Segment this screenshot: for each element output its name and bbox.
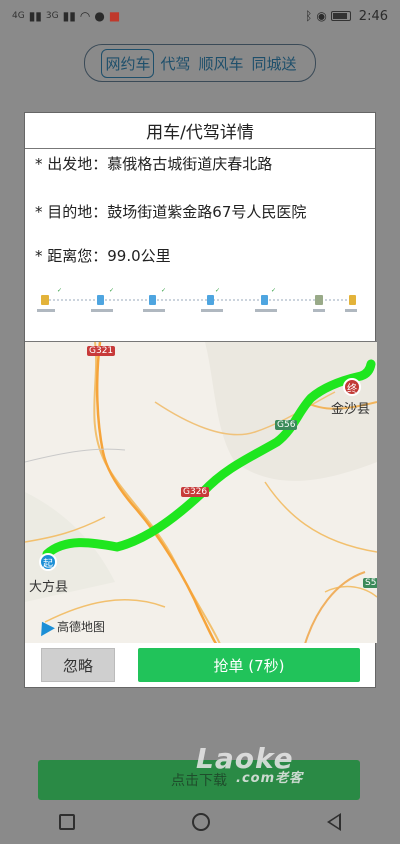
dialog-title: 用车/代驾详情 <box>25 113 375 149</box>
bluetooth-icon: ᛒ <box>305 9 313 23</box>
svg-text:✓: ✓ <box>161 287 166 294</box>
app-notify-icon: ■ <box>108 9 121 23</box>
signal-3g-label: 3G <box>45 11 59 21</box>
watermark-subtext: .com老客 <box>236 771 304 786</box>
start-pin-icon[interactable]: 起 <box>39 553 57 571</box>
home-icon[interactable] <box>191 813 210 831</box>
back-icon[interactable] <box>327 813 342 831</box>
watermark-logo: Laoke .com老客 <box>196 742 356 788</box>
destination-text: * 目的地：鼓场街道紫金路67号人民医院 <box>35 203 307 221</box>
svg-text:✓: ✓ <box>57 287 62 294</box>
battery-icon <box>330 11 351 21</box>
end-city-label: 金沙县 <box>331 402 371 417</box>
signal-4g-label: 4G <box>12 11 25 21</box>
order-detail-dialog: 用车/代驾详情 * 出发地：慕俄格古城街道庆春北路 * 目的地：鼓场街道紫金路6… <box>24 112 377 688</box>
svg-text:✓: ✓ <box>271 287 276 294</box>
svg-text:✓: ✓ <box>215 287 220 294</box>
grab-order-button[interactable]: 抢单 (7秒) <box>138 648 360 682</box>
amap-logo-icon <box>35 617 55 636</box>
message-icon: ● <box>94 9 105 23</box>
amap-logo-text: 高德地图 <box>57 620 106 634</box>
service-tabs: 网约车 代驾 顺风车 同城送 <box>84 44 316 82</box>
end-pin-icon[interactable]: 终 <box>343 378 361 396</box>
road-label-s5: S5 <box>363 578 377 588</box>
tab-designated-driver[interactable]: 代驾 <box>158 49 192 78</box>
road-label-g56: G56 <box>275 420 298 430</box>
status-bar: 4G ▮▮ 3G ▮▮ ◠ ● ■ ᛒ ◉ 2:46 <box>0 0 400 32</box>
signal-icon: ▮▮ <box>28 9 42 23</box>
tab-carpool[interactable]: 顺风车 <box>197 49 246 78</box>
tab-ride-hailing[interactable]: 网约车 <box>101 48 155 78</box>
road-label-g326: G326 <box>181 487 210 497</box>
signal-icon-2: ▮▮ <box>62 9 76 23</box>
start-city-label: 大方县 <box>29 580 69 595</box>
tab-same-city-delivery[interactable]: 同城送 <box>250 49 299 78</box>
road-label-g321: G321 <box>87 346 116 356</box>
clock: 2:46 <box>358 8 388 24</box>
order-progress-steps: ✓ ✓ ✓ ✓ ✓ <box>37 287 357 312</box>
departure-text: * 出发地：慕俄格古城街道庆春北路 <box>35 155 273 173</box>
status-right: ᛒ ◉ 2:46 <box>305 9 388 24</box>
wifi-icon: ◠ <box>79 9 91 23</box>
recent-apps-icon[interactable] <box>58 814 75 830</box>
navigation-bar <box>0 800 400 844</box>
route-map[interactable]: G321 G56 G326 S5 终 金沙县 起 大方县 <box>25 341 377 643</box>
amap-logo: 高德地图 <box>35 617 106 636</box>
location-icon: ◉ <box>316 9 327 23</box>
distance-text: * 距离您：99.0公里 <box>35 247 171 265</box>
ignore-button[interactable]: 忽略 <box>41 648 115 682</box>
svg-text:✓: ✓ <box>109 287 114 294</box>
status-left: 4G ▮▮ 3G ▮▮ ◠ ● ■ <box>12 9 120 23</box>
